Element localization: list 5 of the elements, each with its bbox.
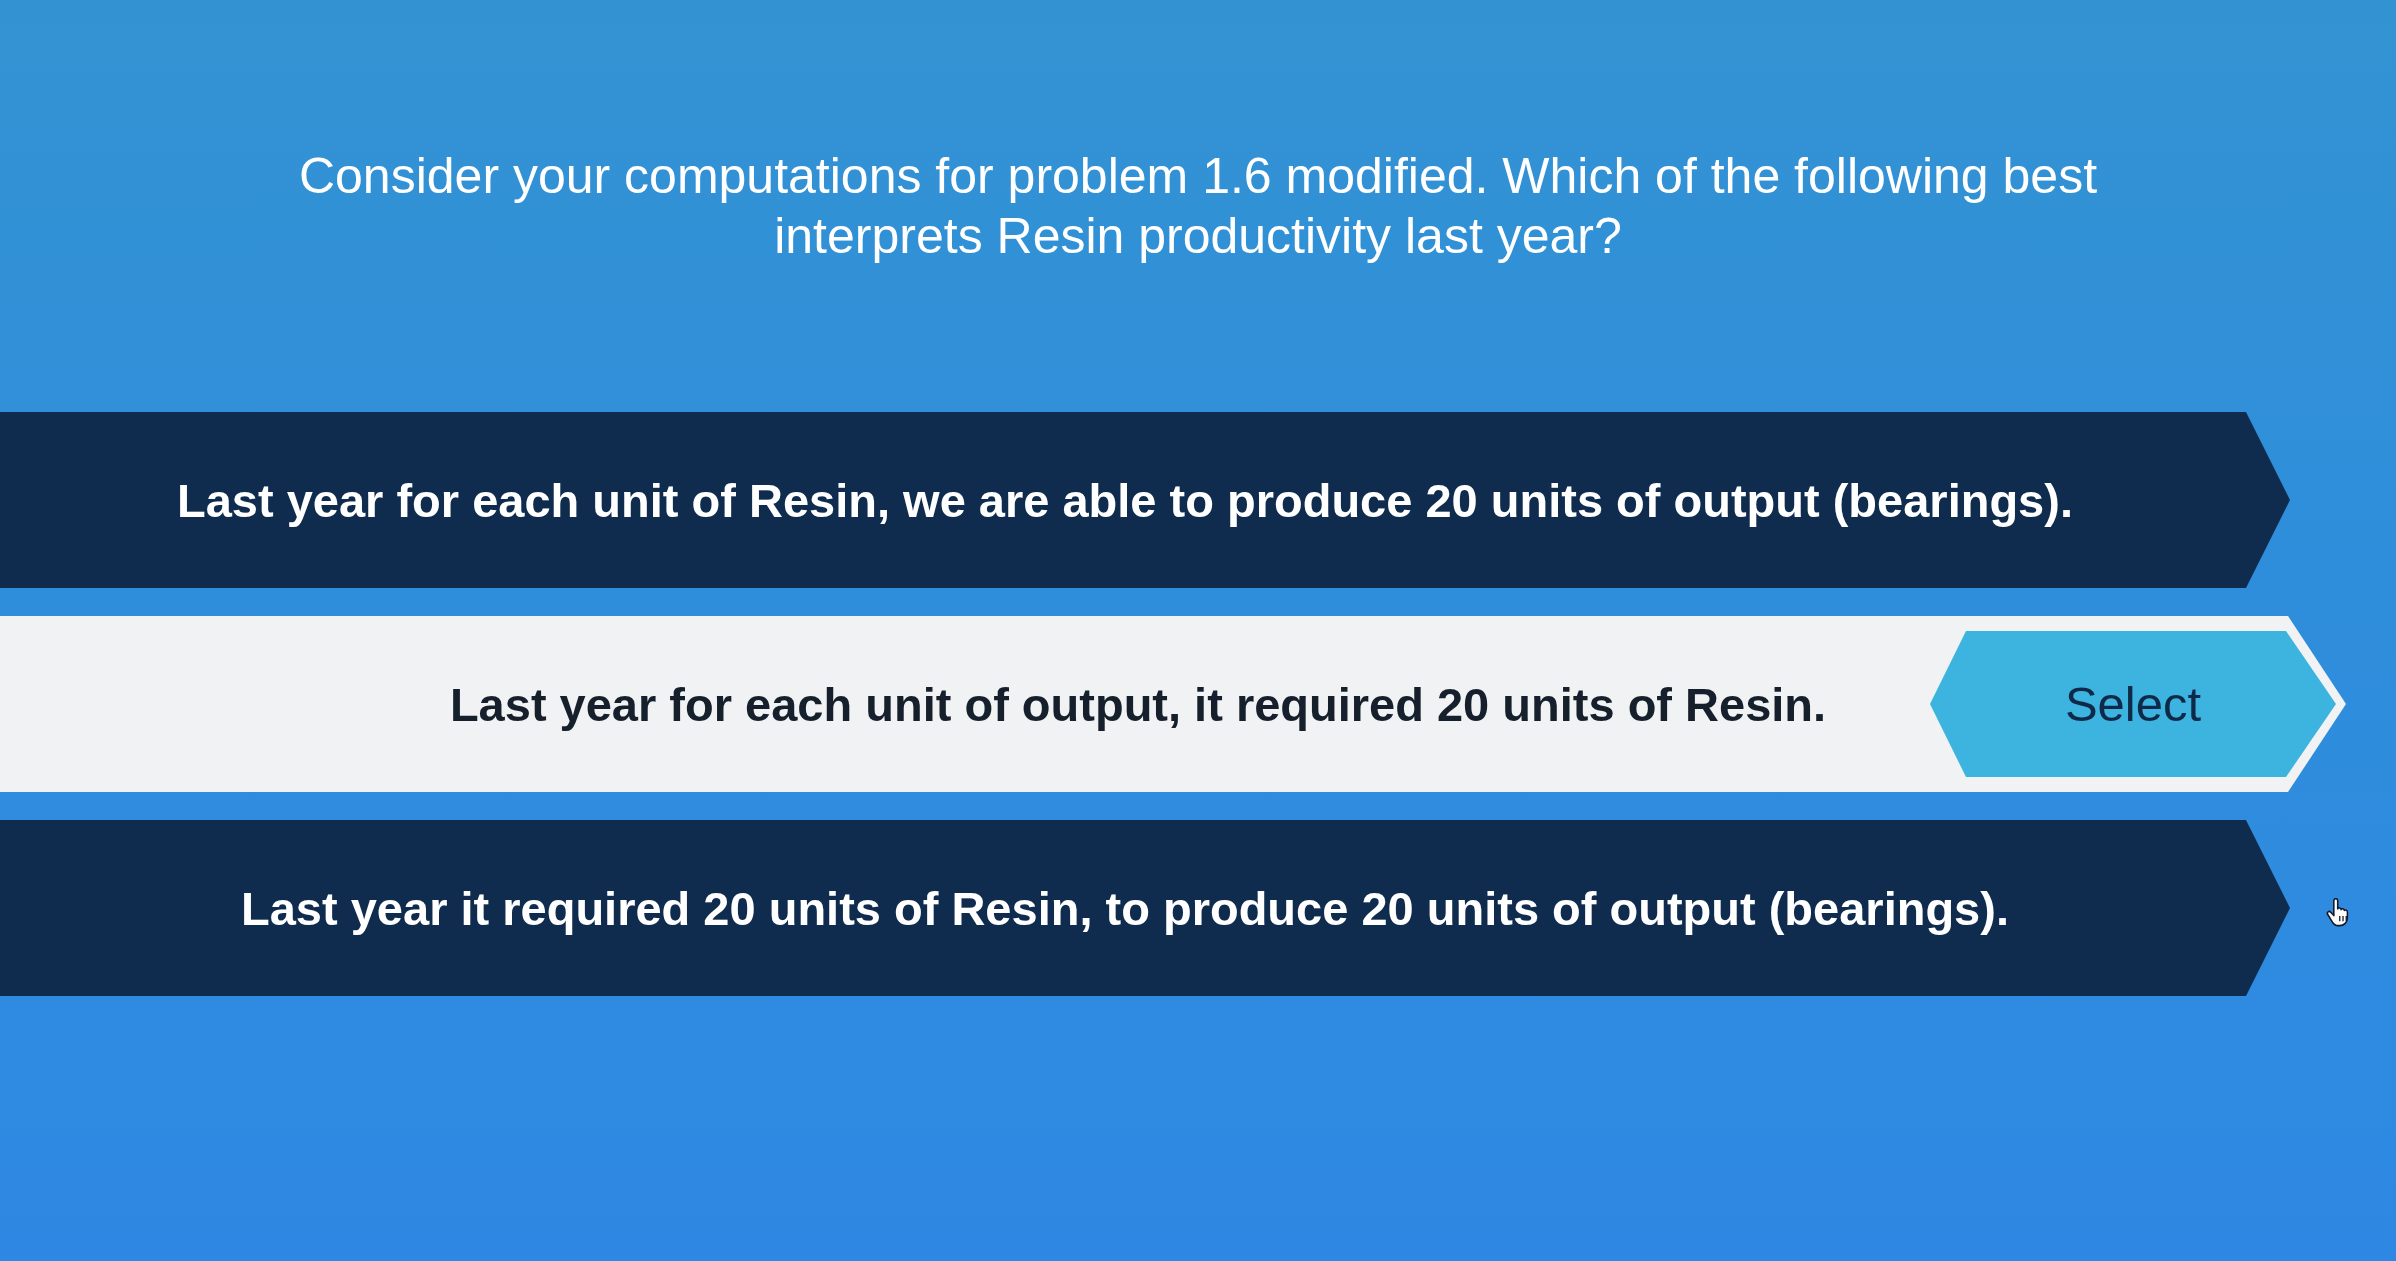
answer-option[interactable]: Last year for each unit of Resin, we are able to produce 20 units of output (bearings). [0, 412, 2290, 588]
question-text: Consider your computations for problem 1.6 modified. Which of the following best interprets Resin productivity last year? [297, 147, 2099, 266]
answer-option[interactable]: Last year it required 20 units of Resin, to produce 20 units of output (bearings). [0, 820, 2290, 996]
select-button[interactable]: Select [1930, 631, 2336, 777]
answer-option[interactable]: Last year for each unit of output, it required 20 units of Resin. Select [0, 616, 2346, 792]
